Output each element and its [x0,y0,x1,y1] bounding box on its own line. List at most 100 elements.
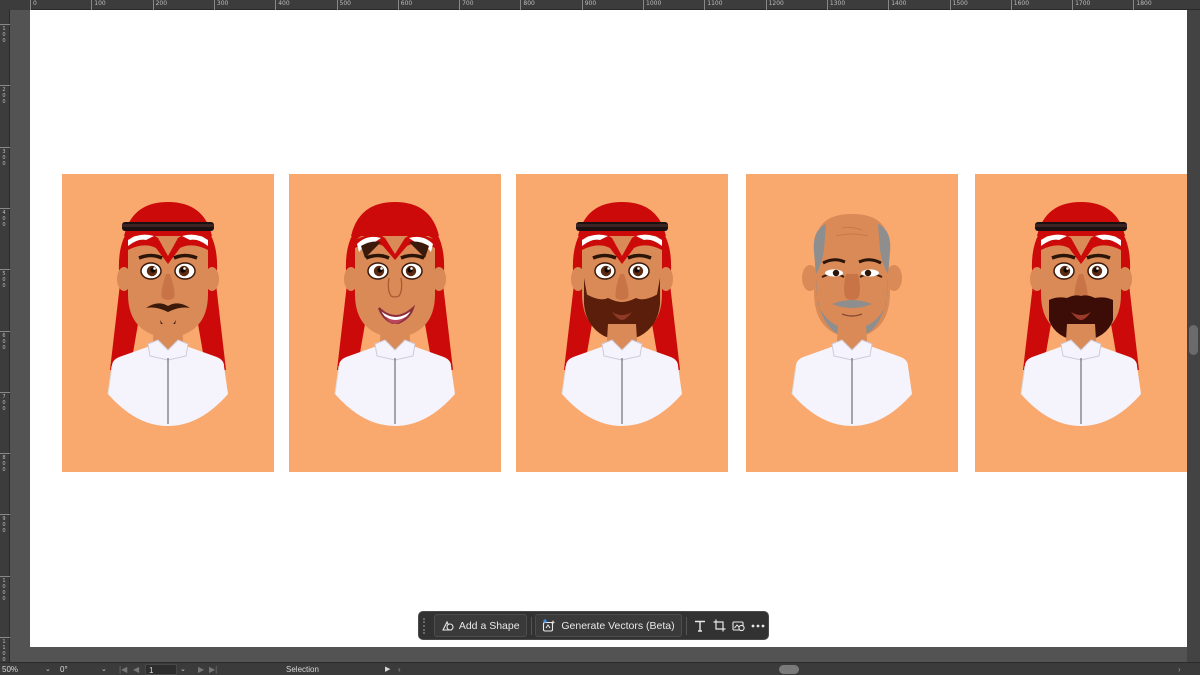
crop-button[interactable] [710,614,729,637]
ruler-label-x: 800 [523,0,535,7]
ruler-label-x: 0 [33,0,37,7]
portrait-1[interactable] [62,174,274,472]
ruler-tick-y: 700 [0,391,10,452]
character-illustration [561,202,682,426]
ruler-tick-y: 1000 [0,575,10,636]
ruler-corner[interactable] [0,0,30,10]
scroll-left-icon[interactable]: ‹ [398,664,401,675]
portrait-3[interactable] [516,174,728,472]
last-artboard-icon[interactable]: ▶| [209,664,217,675]
ruler-tick-x: 1100 [704,0,723,10]
ruler-tick-x: 1400 [888,0,906,10]
ruler-tick-x: 400 [275,0,290,10]
ruler-label-x: 700 [462,0,474,7]
ruler-label-y: 400 [2,209,6,228]
ruler-tick-x: 1200 [765,0,784,10]
scroll-right-icon[interactable]: › [1178,664,1181,675]
ruler-label-x: 1700 [1075,0,1091,7]
ruler-label-y: 1100 [2,639,6,663]
portrait-4[interactable] [746,174,958,472]
ruler-tick-x: 900 [581,0,596,10]
ruler-tick-x: 1300 [826,0,845,10]
ruler-tick-x: 100 [91,0,106,10]
crop-icon [713,619,726,632]
ruler-label-x: 1800 [1136,0,1152,7]
artboard-number-value: 1 [149,666,154,675]
more-icon [751,624,765,627]
ruler-tick-x: 1500 [949,0,968,10]
ruler-label-y: 200 [2,87,6,106]
recolor-button[interactable] [729,614,748,637]
vertical-scrollbar[interactable] [1187,10,1200,662]
more-options-button[interactable] [749,614,768,637]
ruler-label-x: 1200 [768,0,784,7]
generate-vectors-icon [543,619,556,632]
artboard[interactable] [30,10,1187,647]
ruler-tick-y: 600 [0,330,10,391]
rotation-field[interactable]: 0° [60,664,100,675]
rotation-dropdown-chevron-icon[interactable]: ⌄ [101,664,107,675]
ruler-tick-x: 1000 [643,0,661,10]
type-tool-button[interactable] [690,614,709,637]
ruler-label-x: 1600 [1013,0,1030,7]
current-tool-label[interactable]: Selection [286,664,319,675]
ruler-label-x: 900 [584,0,597,7]
ruler-label-x: 500 [339,0,351,7]
generate-vectors-button[interactable]: Generate Vectors (Beta) [535,614,682,637]
ruler-tick-y: 900 [0,514,10,574]
ruler-tick-x: 1800 [1133,0,1152,10]
ruler-tick-x: 1600 [1010,0,1029,10]
ruler-label-y: 800 [2,455,6,474]
ruler-tick-y: 800 [0,453,10,513]
taskbar-separator [530,616,532,635]
ruler-tick-y: 300 [0,146,10,207]
character-illustration [334,202,455,426]
ruler-tick-x: 700 [459,0,474,10]
first-artboard-icon[interactable]: |◀ [119,664,127,675]
horizontal-scroll-thumb[interactable] [779,665,799,674]
type-icon [695,620,706,632]
ruler-tick-y: 500 [0,269,10,329]
zoom-field[interactable]: 50% [2,664,44,675]
portrait-2[interactable] [289,174,501,472]
status-menu-arrow-icon[interactable]: ▶ [385,664,390,675]
vertical-scroll-thumb[interactable] [1189,325,1198,355]
ruler-tick-x: 500 [336,0,351,10]
character-illustration [107,202,228,426]
character-illustration [791,214,912,426]
ruler-tick-y: 400 [0,207,10,268]
previous-artboard-icon[interactable]: ◀ [133,664,139,675]
ruler-label-y: 600 [2,332,6,351]
ruler-label-x: 400 [278,0,290,7]
vertical-ruler[interactable]: 100 200 300 400 500 600 700 800 900 1000 1100 [0,10,10,663]
ruler-label-x: 300 [216,0,229,7]
next-artboard-icon[interactable]: ▶ [198,664,204,675]
status-bar: 50% ⌄ 0° ⌄ |◀ ◀ 1 ⌄ ▶ ▶| Selection ▶ ‹ › [0,662,1200,675]
ruler-label-y: 100 [2,26,6,44]
artboard-dropdown-chevron-icon[interactable]: ⌄ [180,664,186,675]
taskbar-grip-handle[interactable] [423,617,430,634]
ruler-label-x: 1000 [646,0,662,7]
ruler-tick-y: 200 [0,85,10,145]
add-shape-label: Add a Shape [458,619,520,632]
ruler-tick-x: 1700 [1072,0,1090,10]
add-shape-button[interactable]: Add a Shape [433,614,527,637]
generate-vectors-label: Generate Vectors (Beta) [561,619,675,632]
illustrator-window: 0 100 200 300 400 500 600 700 800 900 1000 1100 1200… [0,0,1200,675]
portrait-5[interactable] [975,174,1187,472]
taskbar-separator [685,616,687,635]
artboard-number-field[interactable]: 1 [145,664,177,675]
rotation-value: 0° [60,665,68,674]
ruler-label-x: 1300 [829,0,846,7]
ruler-label-x: 1100 [707,0,723,7]
ruler-label-x: 600 [400,0,413,7]
ruler-tick-x: 200 [152,0,167,10]
ruler-label-x: 100 [94,0,106,7]
zoom-dropdown-chevron-icon[interactable]: ⌄ [45,664,51,675]
ruler-label-y: 1000 [2,577,6,602]
ruler-label-y: 300 [2,148,6,167]
ruler-tick-x: 600 [397,0,412,10]
horizontal-ruler[interactable]: 0 100 200 300 400 500 600 700 800 900 1000 1100 1200… [30,0,1200,10]
ruler-label-y: 500 [2,271,6,290]
ruler-tick-x: 300 [213,0,228,10]
